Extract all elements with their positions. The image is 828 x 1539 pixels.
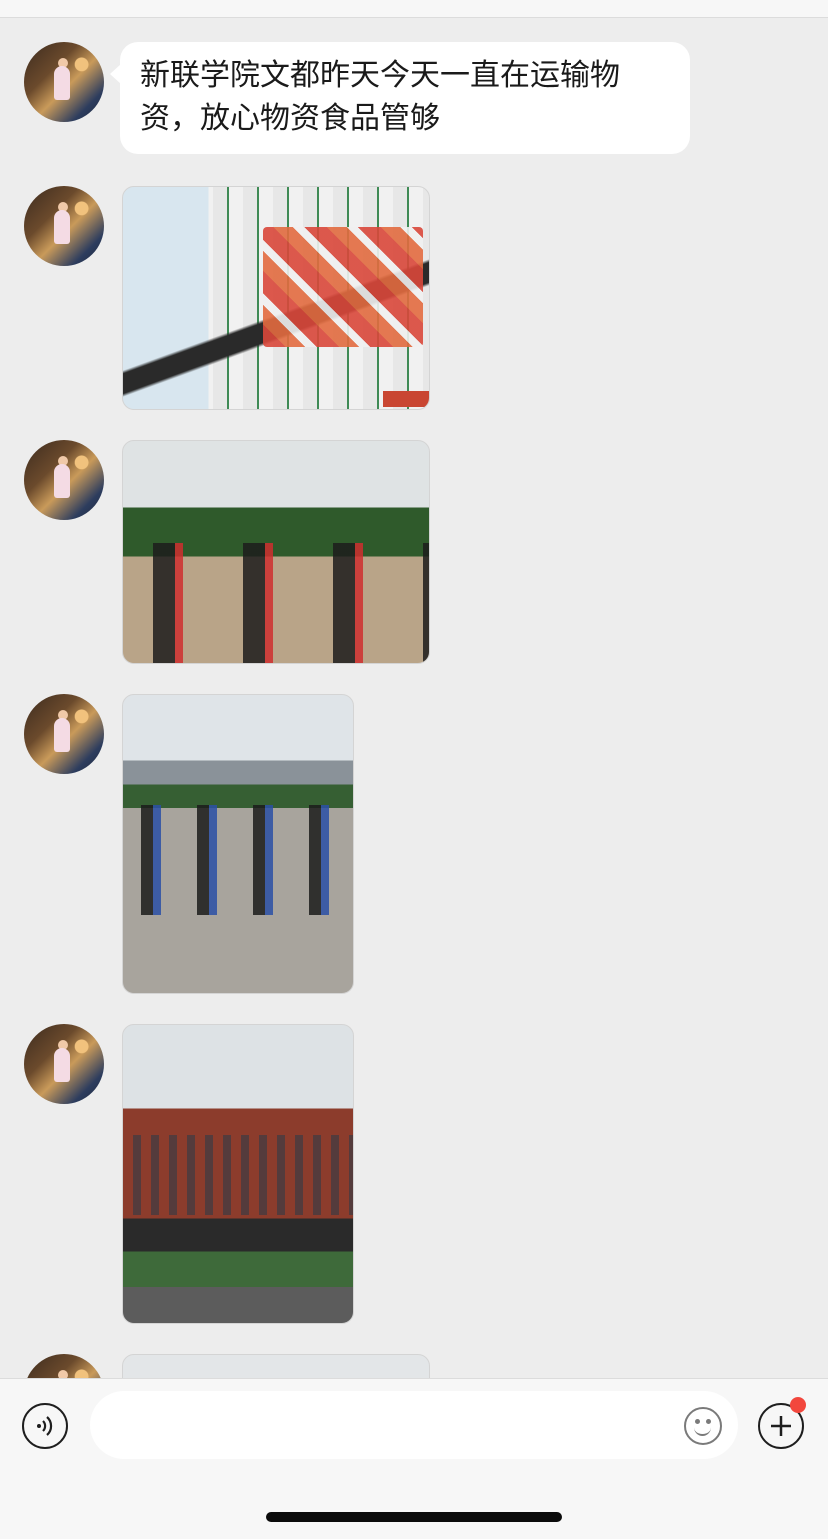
notification-badge xyxy=(790,1397,806,1413)
contact-avatar[interactable] xyxy=(24,1024,104,1104)
title-bar xyxy=(0,0,828,18)
chat-message-list[interactable]: 新联学院文都昨天今天一直在运输物资，放心物资食品管够 xyxy=(0,18,828,1378)
photo-people-detail xyxy=(123,543,429,663)
voice-icon-glyph xyxy=(37,1416,53,1436)
contact-avatar[interactable] xyxy=(24,186,104,266)
rescue-boats-photo[interactable] xyxy=(122,440,430,664)
emoji-eye xyxy=(706,1419,711,1424)
home-indicator[interactable] xyxy=(266,1512,562,1522)
avatar-figure-head xyxy=(57,1370,68,1378)
campus-building-photo[interactable] xyxy=(122,1024,354,1324)
avatar-figure-body xyxy=(54,210,71,244)
flooded-street-photo[interactable] xyxy=(122,694,354,994)
avatar-figure-body xyxy=(54,464,71,498)
message-text: 新联学院文都昨天今天一直在运输物资，放心物资食品管够 xyxy=(140,58,620,136)
contact-avatar[interactable] xyxy=(24,440,104,520)
photo-people-detail xyxy=(123,805,353,915)
avatar-figure-body xyxy=(54,1048,71,1082)
contact-avatar[interactable] xyxy=(24,42,104,122)
emoji-eye xyxy=(695,1419,700,1424)
emoji-mouth xyxy=(694,1425,711,1436)
contact-avatar[interactable] xyxy=(24,1354,104,1378)
avatar-figure-body xyxy=(54,66,71,100)
photo-windows-detail xyxy=(123,1135,353,1215)
voice-icon[interactable] xyxy=(22,1403,68,1449)
contact-avatar[interactable] xyxy=(24,694,104,774)
plus-icon-glyph xyxy=(771,1416,791,1436)
supplies-cart-photo[interactable] xyxy=(122,186,430,410)
partial-photo[interactable] xyxy=(122,1354,430,1378)
text-message-bubble[interactable]: 新联学院文都昨天今天一直在运输物资，放心物资食品管够 xyxy=(110,42,690,154)
emoji-icon[interactable] xyxy=(684,1407,722,1445)
message-input[interactable] xyxy=(90,1391,738,1459)
avatar-figure-body xyxy=(54,718,71,752)
